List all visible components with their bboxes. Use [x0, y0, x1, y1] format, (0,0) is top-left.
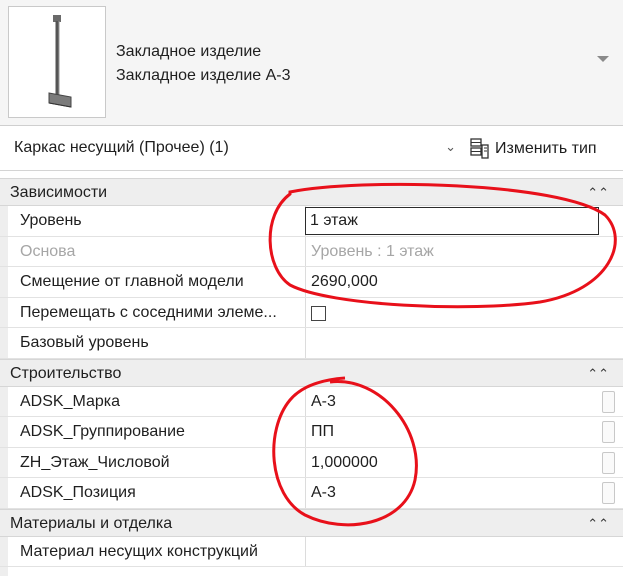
property-name: Перемещать с соседними элеме... [20, 303, 277, 321]
chevron-down-icon[interactable]: ⌄ [445, 139, 456, 155]
embedded-part-thumbnail-icon [48, 15, 72, 108]
type-family-name: Закладное изделие [116, 43, 262, 60]
type-names: Закладное изделие Закладное изделие А-3 [116, 40, 291, 88]
type-preview-image [8, 6, 106, 118]
column-divider [305, 386, 306, 416]
associate-parameter-button[interactable] [602, 390, 615, 413]
zh-floor-number-value-field[interactable]: 1,000000 [311, 448, 597, 478]
group-header-construction[interactable]: Строительство ⌃⌃ [0, 358, 623, 387]
property-name: ZH_Этаж_Числовой [20, 453, 170, 471]
column-divider [305, 236, 306, 266]
property-name: ADSK_Группирование [20, 423, 185, 440]
column-divider [305, 417, 306, 447]
associate-parameter-button[interactable] [602, 421, 615, 443]
property-row-offset: Смещение от главной модели 2690,000 [0, 267, 623, 298]
property-name: ADSK_Позиция [20, 484, 136, 501]
associate-parameter-button[interactable] [602, 482, 615, 504]
type-selector[interactable]: Закладное изделие Закладное изделие А-3 [0, 0, 623, 126]
property-name: Уровень [20, 212, 82, 229]
property-row-level: Уровень 1 этаж [0, 206, 623, 237]
base-level-value-field[interactable] [311, 328, 597, 358]
property-row-host: Основа Уровень : 1 этаж [0, 236, 623, 267]
edit-type-button[interactable]: Изменить тип [470, 133, 597, 165]
property-name: Смещение от главной модели [20, 273, 244, 290]
properties-grid: Зависимости ⌃⌃ Уровень 1 этаж Основа Уро… [0, 178, 623, 567]
group-header-materials[interactable]: Материалы и отделка ⌃⌃ [0, 508, 623, 537]
column-divider [305, 447, 306, 477]
move-with-neighbors-checkbox[interactable] [311, 305, 326, 321]
column-divider [305, 267, 306, 297]
property-name: Материал несущих конструкций [20, 542, 258, 560]
group-title: Материалы и отделка [10, 514, 173, 532]
column-divider [305, 328, 306, 358]
column-divider [305, 478, 306, 508]
structural-material-value-field[interactable] [311, 537, 597, 567]
instance-filter-dropdown[interactable]: Каркас несущий (Прочее) (1) ⌄ [6, 133, 462, 165]
property-row-adsk-position: ADSK_Позиция А-3 [0, 478, 623, 509]
property-row-move-with-neighbors: Перемещать с соседними элеме... [0, 297, 623, 328]
offset-value-field[interactable]: 2690,000 [311, 267, 597, 297]
property-name: Основа [20, 242, 76, 260]
group-title: Зависимости [10, 184, 108, 201]
adsk-mark-value-field[interactable]: А-3 [311, 387, 597, 417]
group-header-constraints[interactable]: Зависимости ⌃⌃ [0, 178, 623, 206]
edit-type-label: Изменить тип [495, 140, 597, 157]
property-row-structural-material: Материал несущих конструкций [0, 536, 623, 567]
type-name: Закладное изделие А-3 [116, 67, 291, 84]
adsk-position-value-field[interactable]: А-3 [311, 478, 597, 508]
double-chevron-up-icon[interactable]: ⌃⌃ [587, 179, 609, 206]
property-name: Базовый уровень [20, 334, 149, 351]
associate-parameter-button[interactable] [602, 451, 615, 474]
adsk-grouping-value-field[interactable]: ПП [311, 417, 597, 447]
property-name: ADSK_Марка [20, 392, 121, 410]
level-value-field[interactable]: 1 этаж [305, 207, 599, 235]
property-row-adsk-grouping: ADSK_Группирование ПП [0, 417, 623, 448]
group-title: Строительство [10, 364, 122, 382]
double-chevron-up-icon[interactable]: ⌃⌃ [587, 360, 609, 387]
edit-type-icon [470, 138, 489, 159]
instance-filter-row: Каркас несущий (Прочее) (1) ⌄ Изменить т… [0, 127, 623, 171]
property-row-zh-floor-number: ZH_Этаж_Числовой 1,000000 [0, 447, 623, 478]
column-divider [305, 297, 306, 327]
property-row-adsk-mark: ADSK_Марка А-3 [0, 386, 623, 417]
property-row-base-level: Базовый уровень [0, 328, 623, 359]
instance-filter-label: Каркас несущий (Прочее) (1) [14, 139, 229, 156]
double-chevron-up-icon[interactable]: ⌃⌃ [587, 510, 609, 537]
dropdown-triangle-icon[interactable] [597, 56, 609, 62]
property-value: Уровень : 1 этаж [311, 242, 434, 260]
column-divider [305, 536, 306, 566]
